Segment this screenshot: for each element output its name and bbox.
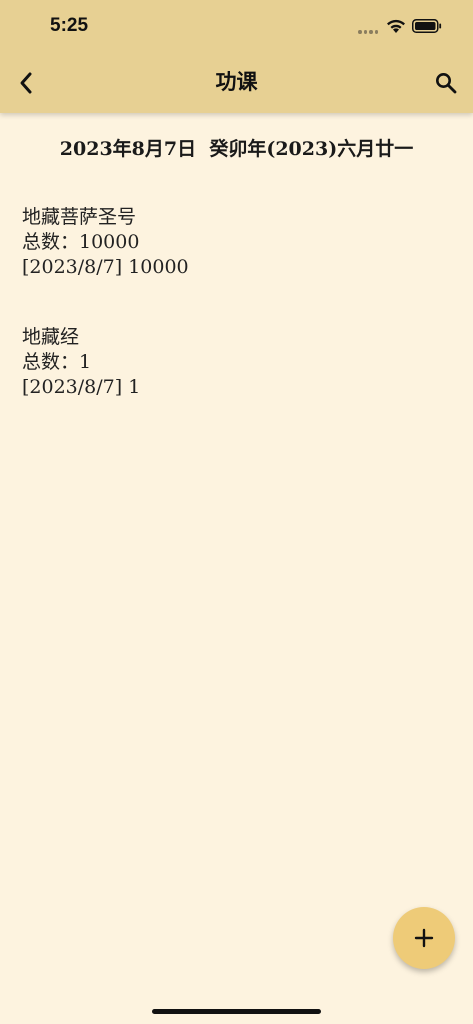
- wifi-icon: [387, 19, 405, 33]
- battery-icon: [412, 19, 442, 33]
- back-button[interactable]: [12, 68, 40, 98]
- plus-icon: [414, 928, 434, 948]
- entry-record: [2023/8/7] 10000: [22, 256, 189, 278]
- entry-name: 地藏经: [22, 326, 80, 348]
- add-button[interactable]: [393, 907, 455, 969]
- entry-total: 总数：10000: [22, 231, 140, 253]
- date-line: 2023年8月7日 癸卯年(2023)六月廿一: [59, 138, 414, 160]
- home-indicator: [152, 1009, 321, 1014]
- chevron-left-icon: [20, 72, 32, 94]
- entry-record: [2023/8/7] 1: [22, 376, 141, 398]
- signal-dots-icon: [358, 30, 378, 34]
- search-icon: [436, 73, 457, 94]
- search-button[interactable]: [432, 69, 460, 97]
- list-item[interactable]: 地藏经 总数：1 [2023/8/7] 1: [22, 325, 140, 400]
- entry-name: 地藏菩萨圣号: [22, 206, 137, 228]
- status-time: 5:25: [50, 15, 89, 36]
- list-item[interactable]: 地藏菩萨圣号 总数：10000 [2023/8/7] 10000: [22, 205, 189, 280]
- page-title: 功课: [215, 69, 258, 94]
- entry-total: 总数：1: [22, 351, 92, 373]
- app-bar: 5:25 功课: [0, 0, 473, 113]
